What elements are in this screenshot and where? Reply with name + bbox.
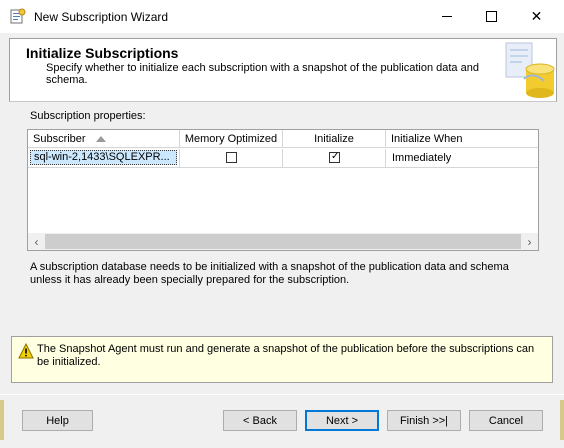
description-text: A subscription database needs to be init… [30,261,509,286]
minimize-icon [441,16,452,17]
initialize-cell: ✓ [283,149,386,168]
close-icon: ✕ [530,8,543,24]
memory-optimized-checkbox[interactable] [226,152,237,163]
wizard-app-icon [10,8,26,24]
scrollbar-thumb[interactable] [45,234,521,249]
sort-ascending-icon [96,136,106,142]
minimize-button[interactable] [424,0,469,33]
close-button[interactable]: ✕ [514,0,559,33]
footer-accent-left [0,400,4,440]
horizontal-scrollbar[interactable]: ‹ › [28,233,538,250]
cancel-button[interactable]: Cancel [469,410,543,431]
scroll-right-icon[interactable]: › [521,233,538,250]
header-banner: Initialize Subscriptions Specify whether… [9,38,557,102]
window-title: New Subscription Wizard [34,10,169,24]
footer-divider [0,394,564,395]
table-row[interactable]: sql-win-2,1433\SQLEXPR... [28,149,180,168]
warning-panel: The Snapshot Agent must run and generate… [11,336,553,383]
database-graphic-icon [505,42,555,98]
checkmark-icon: ✓ [331,151,340,162]
footer-accent-right [560,400,564,440]
warning-icon [18,343,34,359]
column-header-memory-optimized[interactable]: Memory Optimized [180,130,283,148]
maximize-icon [486,11,497,22]
subscriber-cell[interactable]: sql-win-2,1433\SQLEXPR... [30,150,177,165]
column-header-initialize[interactable]: Initialize [283,130,386,148]
initialize-when-cell[interactable]: Immediately [386,149,538,168]
column-header-initialize-when[interactable]: Initialize When [386,130,538,148]
warning-text: The Snapshot Agent must run and generate… [37,343,535,368]
back-button[interactable]: < Back [223,410,297,431]
finish-button[interactable]: Finish >>| [387,410,461,431]
page-subtitle: Specify whether to initialize each subsc… [46,62,479,86]
page-title: Initialize Subscriptions [26,45,179,61]
column-header-subscriber[interactable]: Subscriber [28,130,180,148]
subscription-properties-grid[interactable]: Subscriber Memory Optimized Initialize I… [27,129,539,251]
memory-optimized-cell [180,149,283,168]
subscription-properties-label: Subscription properties: [30,110,146,122]
scroll-left-icon[interactable]: ‹ [28,233,45,250]
initialize-checkbox[interactable]: ✓ [329,152,340,163]
title-bar: New Subscription Wizard ✕ [0,0,564,33]
next-button[interactable]: Next > [305,410,379,431]
maximize-button[interactable] [469,0,514,33]
help-button[interactable]: Help [22,410,93,431]
